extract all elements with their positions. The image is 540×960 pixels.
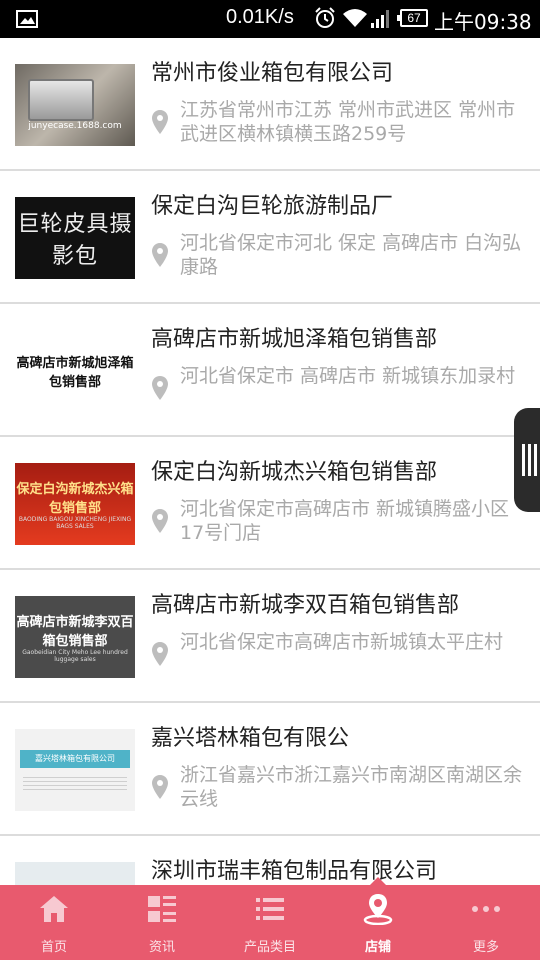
category-list-icon [256, 898, 284, 920]
store-list-item[interactable]: 高碑店市新城李双百箱包销售部 Gaobeidian City Meho Lee … [0, 570, 540, 703]
store-name: 常州市俊业箱包有限公司 [151, 61, 394, 86]
active-tab-pointer [370, 877, 386, 885]
thumbnail-caption: 高碑店市新城旭泽箱包销售部 [16, 356, 134, 390]
store-list-item[interactable]: 嘉兴塔林箱包有限公司 嘉兴塔林箱包有限公 浙江省嘉兴市浙江嘉兴市南湖区南湖区余云… [0, 703, 540, 836]
status-bar: 0.01K/s 67 上午09:38 [0, 0, 540, 38]
location-pin-icon [152, 509, 168, 533]
store-thumbnail: 巨轮皮具摄影包 [15, 197, 135, 279]
handle-grip-line [528, 444, 531, 476]
home-icon [40, 896, 68, 922]
battery-icon: 67 [397, 9, 428, 27]
store-list-item[interactable]: 保定白沟新城杰兴箱包销售部 BAODING BAIGOU XINCHENG JI… [0, 437, 540, 570]
bottom-tab-bar: 首页 资讯 产品类目 店铺 更多 [0, 877, 540, 960]
store-name: 高碑店市新城旭泽箱包销售部 [151, 327, 438, 352]
tab-label: 更多 [472, 940, 499, 955]
thumbnail-subcaption: BAODING BAIGOU XINCHENG JIEXING BAGS SAL… [18, 516, 132, 530]
gallery-notification-icon [16, 10, 38, 28]
network-speed: 0.01K/s [226, 6, 294, 28]
thumbnail-caption: junyecase.1688.com [28, 121, 122, 131]
store-name: 保定白沟巨轮旅游制品厂 [151, 194, 394, 219]
store-list-item[interactable]: 巨轮皮具摄影包 保定白沟巨轮旅游制品厂 河北省保定市河北 保定 高碑店市 白沟弘… [0, 171, 540, 304]
store-address: 河北省保定市高碑店市新城镇太平庄村 [180, 631, 504, 653]
news-grid-icon [148, 896, 176, 922]
store-address: 浙江省嘉兴市浙江嘉兴市南湖区南湖区余云线 [180, 764, 523, 810]
thumbnail-subcaption: Gaobeidian City Meho Lee hundred luggage… [22, 649, 128, 663]
alarm-icon [315, 7, 335, 28]
tab-label: 资讯 [148, 940, 175, 955]
thumbnail-caption: 嘉兴塔林箱包有限公司 [20, 750, 130, 768]
more-dots-icon [472, 906, 500, 912]
tab-label: 产品类目 [243, 940, 296, 955]
store-address: 河北省保定市河北 保定 高碑店市 白沟弘康路 [180, 232, 522, 278]
store-thumbnail [15, 862, 135, 885]
store-pin-icon [363, 894, 393, 925]
store-address: 江苏省常州市江苏 常州市武进区 常州市武进区横林镇横玉路259号 [180, 99, 516, 145]
tab-label: 首页 [40, 940, 67, 955]
store-list[interactable]: junyecase.1688.com 常州市俊业箱包有限公司 江苏省常州市江苏 … [0, 38, 540, 885]
signal-icon [371, 10, 389, 28]
store-name: 保定白沟新城杰兴箱包销售部 [151, 460, 438, 485]
tab-label: 店铺 [364, 940, 391, 955]
store-thumbnail: 保定白沟新城杰兴箱包销售部 BAODING BAIGOU XINCHENG JI… [15, 463, 135, 545]
store-address: 河北省保定市 高碑店市 新城镇东加录村 [180, 365, 516, 387]
handle-grip-line [534, 444, 537, 476]
thumbnail-caption: 巨轮皮具摄影包 [17, 212, 133, 269]
handle-grip-line [522, 444, 525, 476]
location-pin-icon [152, 110, 168, 134]
wifi-icon [343, 9, 367, 27]
status-time: 上午09:38 [434, 10, 532, 34]
store-thumbnail: 高碑店市新城李双百箱包销售部 Gaobeidian City Meho Lee … [15, 596, 135, 678]
tab-more[interactable]: 更多 [432, 885, 540, 960]
location-pin-icon [152, 376, 168, 400]
thumbnail-caption: 高碑店市新城李双百箱包销售部 [16, 615, 134, 649]
store-thumbnail: 高碑店市新城旭泽箱包销售部 [15, 330, 135, 412]
store-name: 嘉兴塔林箱包有限公 [151, 726, 350, 751]
location-pin-icon [152, 243, 168, 267]
tab-home[interactable]: 首页 [0, 885, 108, 960]
store-name: 深圳市瑞丰箱包制品有限公司 [151, 859, 438, 884]
suitcase-image [28, 79, 95, 121]
tab-store[interactable]: 店铺 [324, 877, 432, 960]
location-pin-icon [152, 642, 168, 666]
store-list-item[interactable]: 深圳市瑞丰箱包制品有限公司 [0, 836, 540, 885]
tab-news[interactable]: 资讯 [108, 885, 216, 960]
store-list-item[interactable]: junyecase.1688.com 常州市俊业箱包有限公司 江苏省常州市江苏 … [0, 38, 540, 171]
store-name: 高碑店市新城李双百箱包销售部 [151, 593, 460, 618]
side-drawer-handle[interactable] [514, 408, 540, 512]
store-thumbnail: 嘉兴塔林箱包有限公司 [15, 729, 135, 811]
thumbnail-caption: 保定白沟新城杰兴箱包销售部 [16, 482, 134, 516]
store-address: 河北省保定市高碑店市 新城镇腾盛小区17号门店 [180, 498, 510, 544]
thumbnail-text-lines [23, 774, 127, 790]
tab-categories[interactable]: 产品类目 [216, 885, 324, 960]
store-list-item[interactable]: 高碑店市新城旭泽箱包销售部 高碑店市新城旭泽箱包销售部 河北省保定市 高碑店市 … [0, 304, 540, 437]
store-thumbnail: junyecase.1688.com [15, 64, 135, 146]
location-pin-icon [152, 775, 168, 799]
